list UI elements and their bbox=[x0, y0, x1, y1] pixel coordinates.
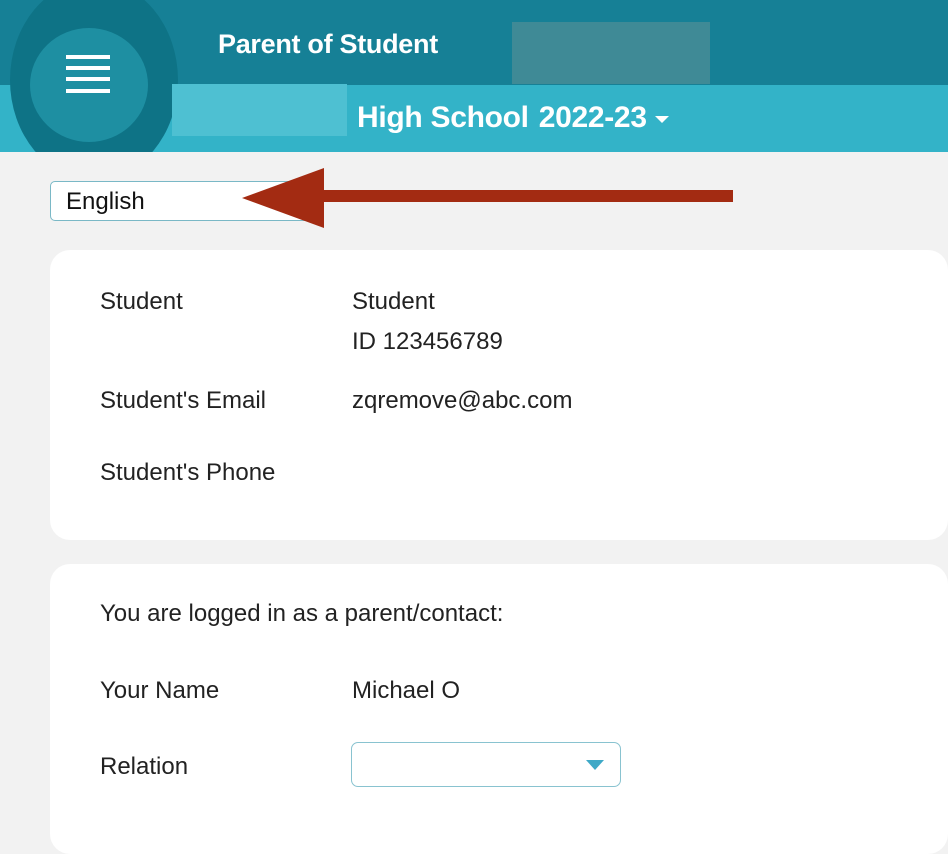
parent-info-card: You are logged in as a parent/contact: Y… bbox=[50, 564, 948, 854]
page-title: Parent of Student bbox=[218, 29, 438, 59]
school-year-selector[interactable]: High School 2022-23 bbox=[357, 101, 669, 135]
school-year-label: 2022-23 bbox=[538, 101, 647, 134]
redacted-school-name bbox=[172, 84, 347, 136]
hamburger-menu-icon[interactable] bbox=[66, 55, 110, 103]
relation-label: Relation bbox=[100, 753, 189, 780]
student-email: zqremove@abc.com bbox=[352, 387, 573, 414]
student-info-card: Student Student ID 123456789 Student's E… bbox=[50, 250, 948, 540]
redacted-student-name bbox=[512, 22, 710, 84]
student-email-label: Student's Email bbox=[100, 387, 266, 414]
chevron-down-icon bbox=[654, 115, 669, 123]
app-header: Parent of Student High School 2022-23 bbox=[0, 0, 948, 152]
student-name: Student bbox=[352, 288, 435, 315]
chevron-down-icon bbox=[586, 760, 604, 770]
student-label: Student bbox=[100, 288, 183, 315]
annotation-arrow-icon bbox=[242, 168, 324, 228]
your-name-value: Michael O bbox=[352, 677, 461, 704]
logged-in-intro: You are logged in as a parent/contact: bbox=[100, 600, 504, 627]
your-name-label: Your Name bbox=[100, 677, 220, 704]
relation-select[interactable] bbox=[351, 742, 621, 787]
student-id: ID 123456789 bbox=[352, 328, 503, 355]
school-name-label: High School bbox=[357, 101, 529, 134]
student-phone-label: Student's Phone bbox=[100, 459, 276, 486]
annotation-arrow-shaft bbox=[300, 190, 733, 202]
